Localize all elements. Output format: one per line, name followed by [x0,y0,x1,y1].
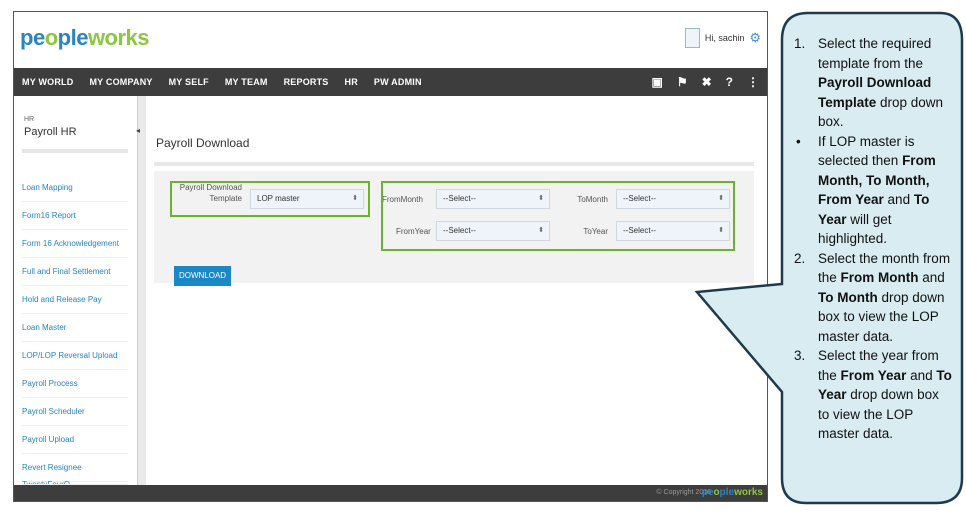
callout-text-run: and [918,270,945,285]
callout-text-run: and [883,192,914,207]
callout-bold-run: From Year [840,367,907,383]
callout-bold-run: To Month [818,289,878,305]
callout-step-1: 1. Select the required template from the… [792,34,952,132]
step-marker: 3. [794,348,806,363]
callout-step-3: 3. Select the year from the From Year an… [792,346,952,444]
slide: peopleworks Hi, sachin ⚙ MY WORLD MY COM… [0,0,966,512]
callout-text-run: and [906,367,937,383]
callout-bold-run: From Month [840,270,919,285]
step-marker: 1. [794,36,806,51]
callout-text: 1. Select the required template from the… [792,34,952,444]
step-marker: 2. [794,250,806,266]
callout-step-2: 2. Select the month from the From Month … [792,249,952,347]
bullet-marker: • [796,133,801,149]
callout-bullet: • If LOP master is selected then From Mo… [792,132,952,249]
callout-text-run: Select the required template from the [818,36,932,71]
callout-text-run: If LOP master is selected then [818,133,915,169]
